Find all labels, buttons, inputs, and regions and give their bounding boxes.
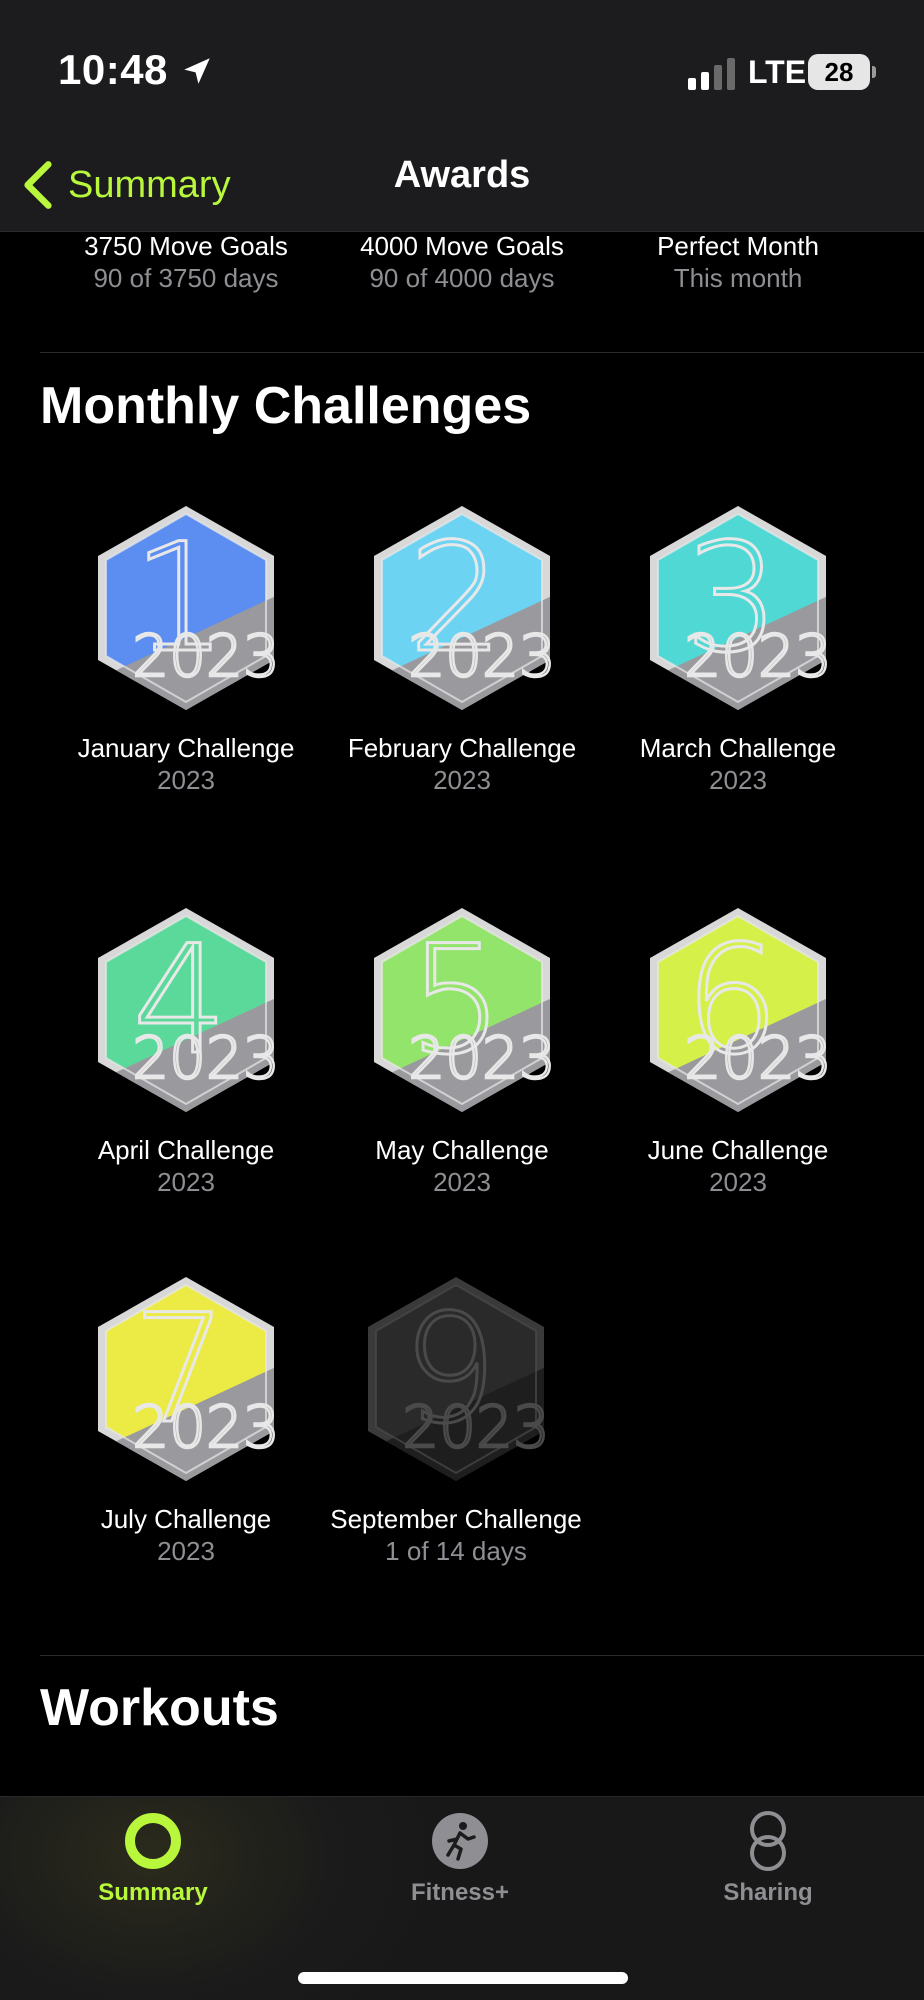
challenge-badge-icon: 3 2023 — [650, 506, 833, 710]
section-title-monthly-challenges: Monthly Challenges — [40, 377, 532, 435]
badge-title: May Challenge — [375, 1135, 549, 1165]
award-subtitle: 90 of 3750 days — [93, 263, 279, 293]
battery-level: 28 — [808, 54, 870, 90]
badge-subtitle: 2023 — [433, 1167, 491, 1197]
svg-text:2023: 2023 — [684, 1024, 832, 1092]
award-perfect-month[interactable]: Perfect Month This month — [600, 230, 876, 294]
badge-title: March Challenge — [639, 733, 837, 763]
award-4000-move-goals[interactable]: 4000 Move Goals 90 of 4000 days — [324, 230, 600, 294]
battery-nub — [872, 66, 876, 78]
badge-january-challenge[interactable]: 1 2023 January Challenge 2023 — [48, 500, 324, 796]
status-time: 10:48 — [58, 46, 168, 93]
home-indicator[interactable] — [298, 1972, 628, 1984]
badge-subtitle: 2023 — [157, 765, 215, 795]
badge-september-challenge[interactable]: 9 2023 September Challenge 1 of 14 days — [318, 1271, 594, 1567]
badge-subtitle: 1 of 14 days — [385, 1536, 527, 1566]
svg-text:2023: 2023 — [132, 622, 280, 690]
section-title-workouts: Workouts — [40, 1679, 279, 1737]
challenge-badge-icon: 5 2023 — [374, 908, 557, 1112]
award-title: 4000 Move Goals — [360, 231, 564, 261]
network-type: LTE — [748, 54, 807, 90]
svg-text:2023: 2023 — [408, 1024, 556, 1092]
badge-april-challenge[interactable]: 4 2023 April Challenge 2023 — [48, 902, 324, 1198]
challenge-badge-icon: 1 2023 — [98, 506, 281, 710]
badge-subtitle: 2023 — [433, 765, 491, 795]
award-subtitle: 90 of 4000 days — [369, 263, 555, 293]
badge-subtitle: 2023 — [709, 1167, 767, 1197]
section-divider — [40, 352, 924, 353]
sharing-icon — [750, 1811, 786, 1871]
badge-title: February Challenge — [347, 733, 577, 763]
activity-ring-icon — [125, 1813, 181, 1869]
cellular-signal-icon — [688, 58, 735, 90]
svg-text:2023: 2023 — [402, 1393, 550, 1461]
badge-may-challenge[interactable]: 5 2023 May Challenge 2023 — [324, 902, 600, 1198]
navigation-bar: Summary Awards — [0, 140, 924, 232]
badge-july-challenge[interactable]: 7 2023 July Challenge 2023 — [48, 1271, 324, 1567]
award-title: 3750 Move Goals — [84, 231, 288, 261]
tab-sharing[interactable]: Sharing — [658, 1811, 878, 1907]
badge-title: January Challenge — [77, 733, 295, 763]
svg-text:2023: 2023 — [684, 622, 832, 690]
badge-march-challenge[interactable]: 3 2023 March Challenge 2023 — [600, 500, 876, 796]
badge-title: June Challenge — [647, 1135, 829, 1165]
tab-label: Sharing — [723, 1879, 813, 1906]
svg-text:2023: 2023 — [132, 1024, 280, 1092]
tab-fitness-plus[interactable]: Fitness+ — [350, 1811, 570, 1907]
award-subtitle: This month — [673, 263, 803, 293]
badge-february-challenge[interactable]: 2 2023 February Challenge 2023 — [324, 500, 600, 796]
award-title: Perfect Month — [657, 231, 819, 261]
tab-summary[interactable]: Summary — [43, 1811, 263, 1907]
badge-subtitle: 2023 — [157, 1167, 215, 1197]
tab-label: Summary — [98, 1879, 208, 1906]
badge-title: April Challenge — [97, 1135, 275, 1165]
challenge-badge-icon: 6 2023 — [650, 908, 833, 1112]
challenge-badge-icon: 2 2023 — [374, 506, 557, 710]
section-divider — [40, 1655, 924, 1656]
status-bar: 10:48 LTE 28 — [0, 0, 924, 140]
badge-subtitle: 2023 — [709, 765, 767, 795]
battery-icon: 28 — [808, 54, 876, 90]
badge-june-challenge[interactable]: 6 2023 June Challenge 2023 — [600, 902, 876, 1198]
challenge-badge-icon: 9 2023 — [368, 1277, 551, 1481]
svg-text:2023: 2023 — [408, 622, 556, 690]
running-figure-icon — [432, 1813, 488, 1869]
tab-bar: Summary Fitness+ Sharing — [0, 1796, 924, 2000]
page-title: Awards — [393, 154, 531, 196]
badge-title: September Challenge — [330, 1504, 582, 1534]
challenge-badge-icon: 4 2023 — [98, 908, 281, 1112]
badge-title: July Challenge — [100, 1504, 272, 1534]
tab-label: Fitness+ — [410, 1879, 510, 1906]
challenge-badge-icon: 7 2023 — [98, 1277, 281, 1481]
badge-subtitle: 2023 — [157, 1536, 215, 1566]
svg-text:2023: 2023 — [132, 1393, 280, 1461]
location-arrow-icon — [184, 58, 210, 84]
award-3750-move-goals[interactable]: 3750 Move Goals 90 of 3750 days — [48, 230, 324, 294]
